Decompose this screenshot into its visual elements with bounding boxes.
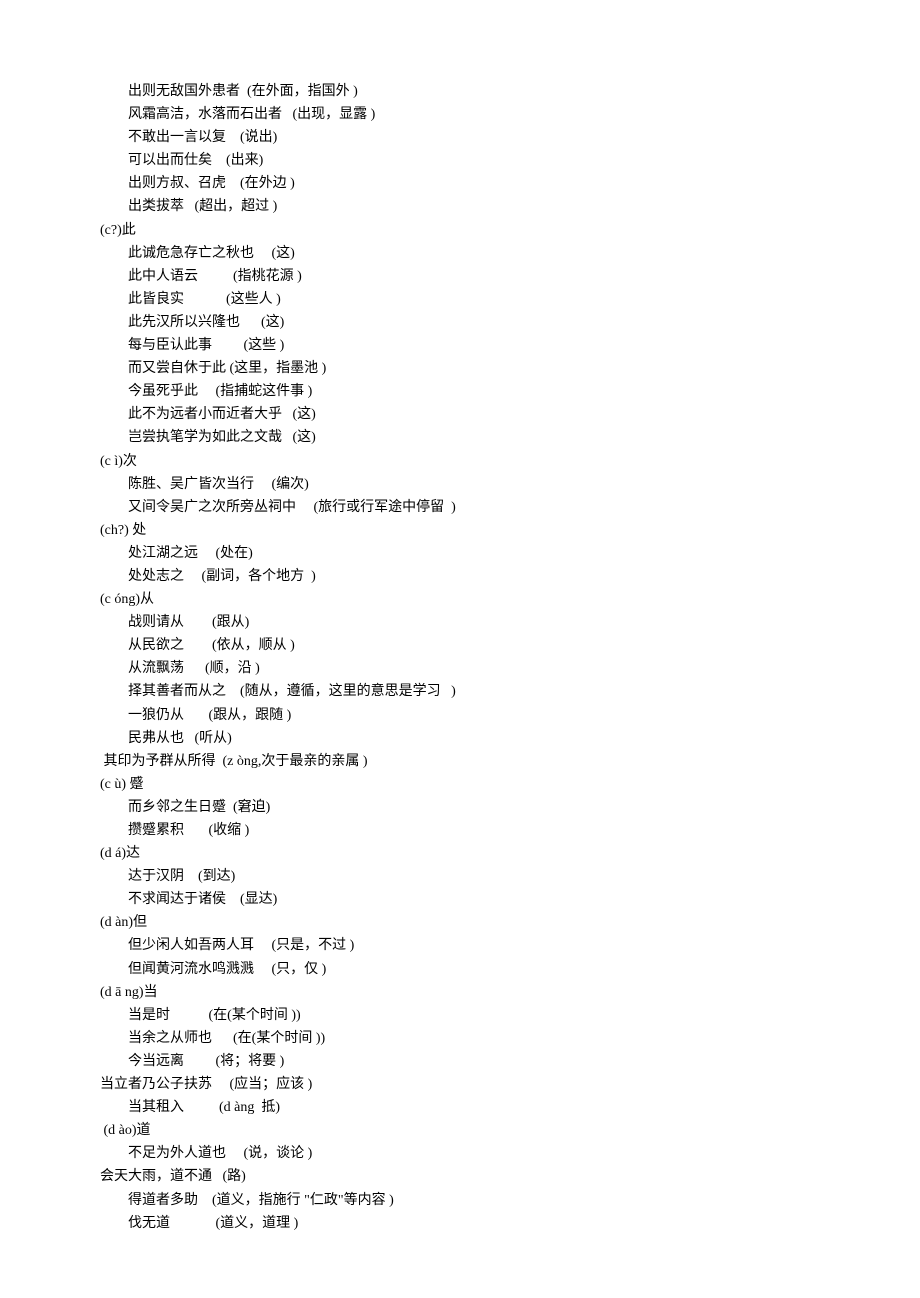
- text-line: (c ì)次: [100, 450, 820, 473]
- text-line: (c?)此: [100, 219, 820, 242]
- text-line: 从民欲之 (依从，顺从 ): [100, 634, 820, 657]
- text-line: 得道者多助 (道义，指施行 "仁政"等内容 ): [100, 1189, 820, 1212]
- text-line: 岂尝执笔学为如此之文哉 (这): [100, 426, 820, 449]
- text-line: 攒蹙累积 (收缩 ): [100, 819, 820, 842]
- text-line: 每与臣认此事 (这些 ): [100, 334, 820, 357]
- text-line: 会天大雨，道不通 (路): [100, 1165, 820, 1188]
- text-line: 处处志之 (副词，各个地方 ): [100, 565, 820, 588]
- text-line: 从流飘荡 (顺，沿 ): [100, 657, 820, 680]
- text-line: 此不为远者小而近者大乎 (这): [100, 403, 820, 426]
- text-line: 但闻黄河流水鸣溅溅 (只，仅 ): [100, 958, 820, 981]
- text-line: 达于汉阴 (到达): [100, 865, 820, 888]
- text-line: 此诚危急存亡之秋也 (这): [100, 242, 820, 265]
- text-line: 出则无敌国外患者 (在外面，指国外 ): [100, 80, 820, 103]
- text-line: 又间令吴广之次所旁丛祠中 (旅行或行军途中停留 ): [100, 496, 820, 519]
- text-line: 今虽死乎此 (指捕蛇这件事 ): [100, 380, 820, 403]
- text-line: (d ào)道: [100, 1119, 820, 1142]
- text-line: (d àn)但: [100, 911, 820, 934]
- text-line: 今当远离 (将；将要 ): [100, 1050, 820, 1073]
- text-line: 当余之从师也 (在(某个时间 )): [100, 1027, 820, 1050]
- text-line: 民弗从也 (听从): [100, 727, 820, 750]
- text-line: 出则方叔、召虎 (在外边 ): [100, 172, 820, 195]
- text-line: 不足为外人道也 (说，谈论 ): [100, 1142, 820, 1165]
- text-line: 当其租入 (d àng 抵): [100, 1096, 820, 1119]
- text-line: 但少闲人如吾两人耳 (只是，不过 ): [100, 934, 820, 957]
- text-line: (c óng)从: [100, 588, 820, 611]
- text-line: 处江湖之远 (处在): [100, 542, 820, 565]
- text-line: 战则请从 (跟从): [100, 611, 820, 634]
- document-body: 出则无敌国外患者 (在外面，指国外 )风霜高洁，水落而石出者 (出现，显露 )不…: [100, 80, 820, 1235]
- text-line: 不求闻达于诸侯 (显达): [100, 888, 820, 911]
- text-line: 可以出而仕矣 (出来): [100, 149, 820, 172]
- text-line: 此皆良实 (这些人 ): [100, 288, 820, 311]
- text-line: (c ù) 蹙: [100, 773, 820, 796]
- text-line: 当是时 (在(某个时间 )): [100, 1004, 820, 1027]
- text-line: 风霜高洁，水落而石出者 (出现，显露 ): [100, 103, 820, 126]
- text-line: 此中人语云 (指桃花源 ): [100, 265, 820, 288]
- text-line: 伐无道 (道义，道理 ): [100, 1212, 820, 1235]
- text-line: 择其善者而从之 (随从，遵循，这里的意思是学习 ): [100, 680, 820, 703]
- text-line: 而又尝自休于此 (这里，指墨池 ): [100, 357, 820, 380]
- text-line: (ch?) 处: [100, 519, 820, 542]
- text-line: (d á)达: [100, 842, 820, 865]
- text-line: 此先汉所以兴隆也 (这): [100, 311, 820, 334]
- text-line: 而乡邻之生日蹙 (窘迫): [100, 796, 820, 819]
- text-line: 一狼仍从 (跟从，跟随 ): [100, 704, 820, 727]
- text-line: 当立者乃公子扶苏 (应当；应该 ): [100, 1073, 820, 1096]
- text-line: 陈胜、吴广皆次当行 (编次): [100, 473, 820, 496]
- text-line: 不敢出一言以复 (说出): [100, 126, 820, 149]
- text-line: (d ā ng)当: [100, 981, 820, 1004]
- text-line: 其印为予群从所得 (z òng,次于最亲的亲属 ): [100, 750, 820, 773]
- text-line: 出类拔萃 (超出，超过 ): [100, 195, 820, 218]
